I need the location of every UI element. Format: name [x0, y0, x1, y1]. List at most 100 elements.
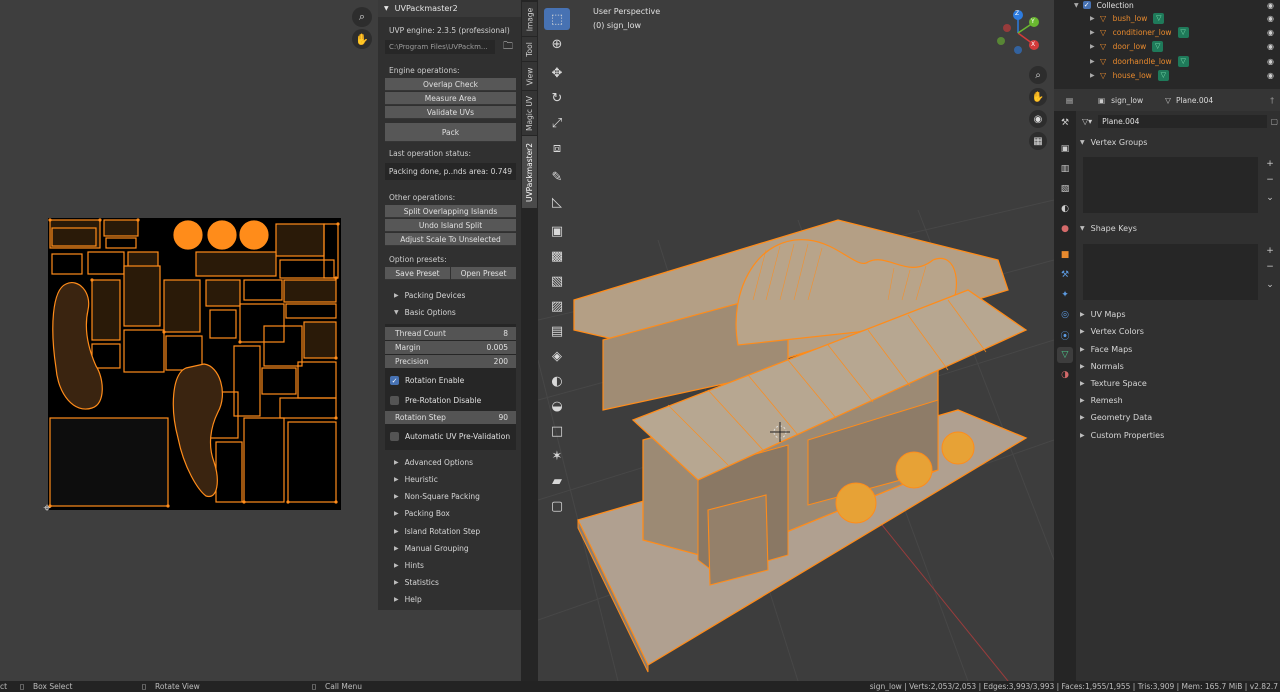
uv-editor[interactable]: ⌕ ✋ ⌖ — [0, 0, 378, 681]
section-manual-grouping[interactable]: ▶ Manual Grouping — [394, 544, 469, 553]
mesh-data-icon[interactable]: ▽ — [1157, 69, 1169, 81]
section-island-rotation-step[interactable]: ▶ Island Rotation Step — [394, 527, 480, 536]
panel-header[interactable]: ▼ UVPackmaster2 — [378, 0, 521, 17]
hand-pan-icon[interactable]: ✋ — [1029, 88, 1047, 106]
poly-build-icon[interactable]: ◐ — [544, 370, 570, 392]
section-vertex-colors[interactable]: ▶ Vertex Colors — [1080, 327, 1144, 336]
tab-view[interactable]: View — [522, 62, 537, 90]
section-normals[interactable]: ▶ Normals — [1080, 362, 1124, 371]
data-name-field[interactable]: Plane.004 — [1098, 114, 1268, 128]
shrink-fatten-icon[interactable]: ✶ — [544, 445, 570, 467]
overlap-check-button[interactable]: Overlap Check — [385, 78, 516, 91]
tab-image[interactable]: Image — [522, 2, 537, 36]
section-packing-box[interactable]: ▶ Packing Box — [394, 509, 450, 518]
pack-button[interactable]: Pack — [385, 123, 516, 142]
knife-icon[interactable]: ◈ — [544, 345, 570, 367]
uv-2d-cursor-icon[interactable]: ⌖ — [38, 500, 56, 518]
section-face-maps[interactable]: ▶ Face Maps — [1080, 345, 1132, 354]
view-layer-icon[interactable]: ▧ — [1057, 181, 1073, 197]
scene-icon[interactable]: ◐ — [1057, 201, 1073, 217]
mesh-data-icon[interactable]: ▽ — [1057, 347, 1073, 363]
section-geometry-data[interactable]: ▶ Geometry Data — [1080, 413, 1152, 422]
rip-region-icon[interactable]: ▢ — [544, 495, 570, 517]
section-non-square-packing[interactable]: ▶ Non-Square Packing — [394, 492, 480, 501]
outliner-item-bush-low[interactable]: ▶ ▽ bush_low ▽ ◉ — [1054, 11, 1280, 25]
select-box-icon[interactable]: ⬚ — [544, 8, 570, 30]
eye-icon[interactable]: ◉ — [1267, 14, 1274, 23]
eye-icon[interactable]: ◉ — [1267, 71, 1274, 80]
packing-devices-section[interactable]: ▶ Packing Devices — [394, 291, 465, 300]
dropdown-icon[interactable]: ⌄ — [1264, 279, 1276, 291]
outliner-item-house-low[interactable]: ▶ ▽ house_low ▽ ◉ — [1054, 68, 1280, 82]
section-heuristic[interactable]: ▶ Heuristic — [394, 475, 438, 484]
mesh-name-field[interactable]: Plane.004 — [1176, 96, 1213, 105]
render-icon[interactable]: ▣ — [1057, 141, 1073, 157]
zoom-icon[interactable]: ⌕ — [1029, 66, 1047, 84]
tab-tool[interactable]: Tool — [522, 37, 537, 61]
particles-icon[interactable]: ✦ — [1057, 287, 1073, 303]
outliner-item-conditioner-low[interactable]: ▶ ▽ conditioner_low ▽ ◉ — [1054, 25, 1280, 39]
annotate-icon[interactable]: ✎ — [544, 166, 570, 188]
grid-view-icon[interactable]: ▦ — [1029, 132, 1047, 150]
mesh-data-icon[interactable]: ▽ — [1152, 40, 1164, 52]
measure-area-button[interactable]: Measure Area — [385, 92, 516, 105]
margin-field[interactable]: Margin 0.005 — [385, 341, 516, 354]
vertex-groups-list[interactable] — [1083, 157, 1258, 213]
rotation-enable-checkbox[interactable]: ✓ Rotation Enable — [390, 376, 464, 385]
eye-icon[interactable]: ◉ — [1267, 57, 1274, 66]
section-texture-space[interactable]: ▶ Texture Space — [1080, 379, 1147, 388]
add-icon[interactable]: + — [1264, 158, 1276, 170]
pin-icon[interactable]: † — [1270, 96, 1274, 105]
bevel-icon[interactable]: ▨ — [544, 295, 570, 317]
basic-options-section[interactable]: ▼ Basic Options — [394, 308, 456, 317]
thread-count-field[interactable]: Thread Count 8 — [385, 327, 516, 340]
validate-uvs-button[interactable]: Validate UVs — [385, 106, 516, 119]
outliner-item-doorhandle-low[interactable]: ▶ ▽ doorhandle_low ▽ ◉ — [1054, 54, 1280, 68]
object-name-field[interactable]: sign_low — [1111, 96, 1143, 105]
save-preset-button[interactable]: Save Preset — [385, 267, 450, 280]
adjust-scale-button[interactable]: Adjust Scale To Unselected — [385, 233, 516, 246]
remove-icon[interactable]: − — [1264, 174, 1276, 186]
hand-pan-icon[interactable]: ✋ — [352, 29, 372, 49]
shear-icon[interactable]: ▰ — [544, 470, 570, 492]
section-help[interactable]: ▶ Help — [394, 595, 422, 604]
mesh-data-icon[interactable]: ▽ — [1177, 55, 1189, 67]
extrude-icon[interactable]: ▩ — [544, 245, 570, 267]
section-hints[interactable]: ▶ Hints — [394, 561, 424, 570]
world-icon[interactable]: ● — [1057, 221, 1073, 237]
undo-island-split-button[interactable]: Undo Island Split — [385, 219, 516, 232]
add-icon[interactable]: + — [1264, 245, 1276, 257]
measure-icon[interactable]: ◺ — [544, 191, 570, 213]
dropdown-icon[interactable]: ⌄ — [1264, 192, 1276, 204]
precision-field[interactable]: Precision 200 — [385, 355, 516, 368]
smooth-icon[interactable]: □ — [544, 420, 570, 442]
shape-keys-section[interactable]: ▼ Shape Keys — [1080, 224, 1137, 233]
camera-icon[interactable]: ◉ — [1029, 110, 1047, 128]
vertex-groups-section[interactable]: ▼ Vertex Groups — [1080, 138, 1147, 147]
constraints-icon[interactable]: ⦿ — [1057, 327, 1073, 343]
mesh-data-icon[interactable]: ▽ — [1177, 26, 1189, 38]
pre-rotation-disable-checkbox[interactable]: Pre-Rotation Disable — [390, 396, 481, 405]
spin-icon[interactable]: ◒ — [544, 395, 570, 417]
loop-cut-icon[interactable]: ▤ — [544, 320, 570, 342]
remove-icon[interactable]: − — [1264, 261, 1276, 273]
section-remesh[interactable]: ▶ Remesh — [1080, 396, 1123, 405]
tab-uvpackmaster2[interactable]: UVPackmaster2 — [522, 136, 537, 208]
tab-magic-uv[interactable]: Magic UV — [522, 91, 537, 135]
uv-layout-canvas[interactable] — [48, 218, 341, 510]
scale-icon[interactable]: ⤢ — [544, 112, 570, 134]
section-statistics[interactable]: ▶ Statistics — [394, 578, 439, 587]
move-icon[interactable]: ✥ — [544, 62, 570, 84]
cursor-icon[interactable]: ⊕ — [544, 33, 570, 55]
output-icon[interactable]: ▥ — [1057, 161, 1073, 177]
material-icon[interactable]: ◑ — [1057, 367, 1073, 383]
auto-validation-checkbox[interactable]: Automatic UV Pre-Validation — [390, 432, 510, 441]
transform-icon[interactable]: ⧈ — [544, 137, 570, 159]
navigation-gizmo[interactable]: Z X Y — [993, 8, 1043, 58]
checkmark-icon[interactable]: ✓ — [1082, 1, 1091, 9]
section-advanced-options[interactable]: ▶ Advanced Options — [394, 458, 473, 467]
3d-viewport[interactable]: User Perspective (0) sign_low ⬚ ⊕ ✥ ↻ ⤢ … — [538, 0, 1054, 681]
tool-settings-icon[interactable]: ⚒ — [1057, 115, 1073, 131]
physics-icon[interactable]: ◎ — [1057, 307, 1073, 323]
rotation-step-field[interactable]: Rotation Step 90 — [385, 411, 516, 424]
